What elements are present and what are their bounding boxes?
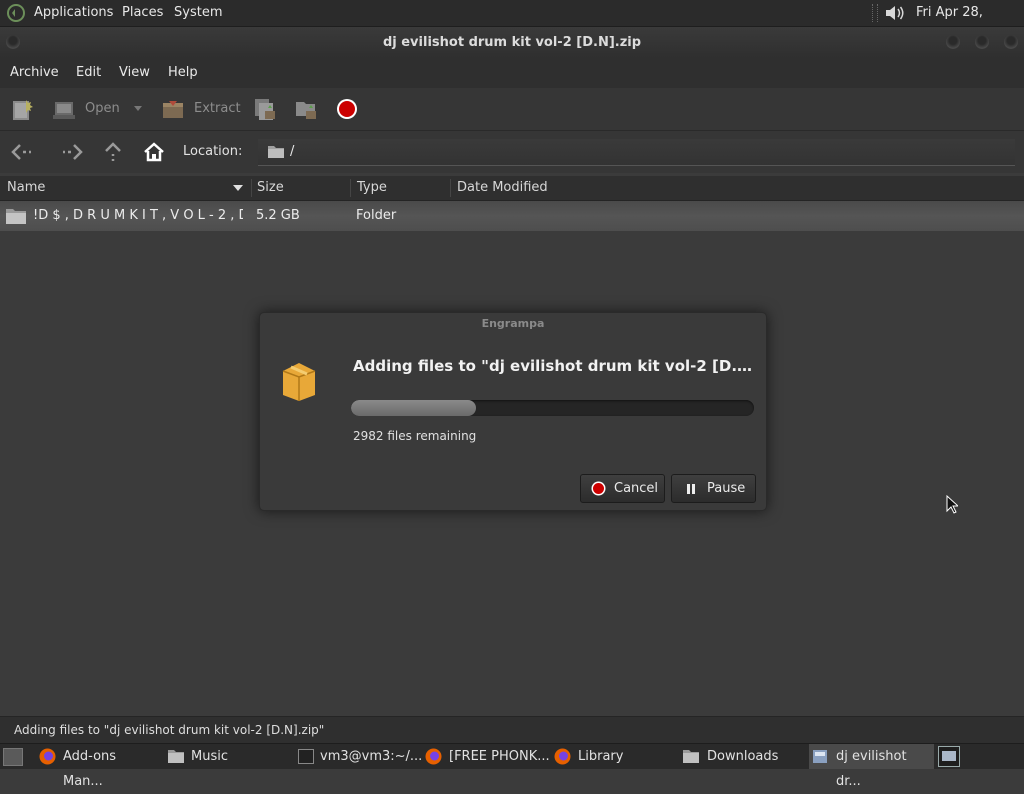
add-files-icon[interactable] [253, 97, 277, 121]
statusbar: Adding files to "dj evilishot drum kit v… [0, 716, 1024, 744]
file-size: 5.2 GB [256, 208, 300, 223]
terminal-icon [298, 749, 314, 764]
distro-logo-icon[interactable] [6, 3, 26, 23]
taskbar: Add-ons Man... Music vm3@vm3:~/... [FREE… [0, 743, 1024, 789]
taskbar-item-label: Music [191, 749, 228, 764]
window-title: dj evilishot drum kit vol-2 [D.N].zip [382, 35, 642, 50]
close-button[interactable] [1004, 35, 1018, 49]
files-remaining-text: 2982 files remaining [353, 429, 477, 443]
mouse-pointer-icon [946, 495, 958, 514]
window-titlebar[interactable]: dj evilishot drum kit vol-2 [D.N].zip [0, 27, 1024, 58]
status-text: Adding files to "dj evilishot drum kit v… [14, 723, 325, 737]
progress-bar-fill [351, 400, 476, 416]
dialog-title: Engrampa [481, 317, 545, 330]
taskbar-item-label: dj evilishot dr... [836, 749, 907, 789]
taskbar-item-phonk[interactable]: [FREE PHONK... [424, 744, 550, 769]
volume-icon[interactable] [884, 3, 906, 23]
dialog-heading: Adding files to "dj evilishot drum kit v… [353, 357, 759, 375]
open-icon [52, 99, 76, 121]
back-arrow-icon[interactable] [10, 143, 34, 161]
menu-view[interactable]: View [119, 58, 150, 88]
taskbar-item-terminal[interactable]: vm3@vm3:~/... [296, 744, 423, 769]
up-arrow-icon[interactable] [103, 141, 123, 163]
column-header-size[interactable]: Size [257, 176, 284, 200]
pause-label: Pause [707, 481, 746, 496]
extract-icon [161, 98, 185, 120]
pause-icon [686, 484, 696, 494]
toolbar: Open Extract [0, 88, 1024, 131]
cancel-label: Cancel [614, 481, 659, 496]
column-header-date[interactable]: Date Modified [457, 176, 548, 200]
folder-icon [6, 208, 26, 224]
places-menu[interactable]: Places [122, 0, 163, 26]
location-label: Location: [183, 144, 243, 159]
location-bar: Location: / [0, 131, 1024, 173]
column-separator[interactable] [450, 179, 451, 197]
package-icon [280, 359, 318, 401]
cancel-button[interactable]: Cancel [580, 474, 665, 503]
taskbar-item-engrampa[interactable]: dj evilishot dr... [809, 744, 934, 789]
new-archive-icon[interactable] [10, 98, 34, 122]
forward-arrow-icon[interactable] [60, 143, 84, 161]
column-header-name[interactable]: Name [7, 176, 45, 200]
show-desktop-icon[interactable] [3, 748, 23, 766]
folder-icon [683, 749, 699, 763]
system-menu[interactable]: System [174, 0, 222, 26]
archive-manager-icon [812, 748, 829, 765]
sort-down-icon[interactable] [233, 185, 243, 191]
menu-edit[interactable]: Edit [76, 58, 101, 88]
pause-button[interactable]: Pause [671, 474, 756, 503]
applications-menu[interactable]: Applications [34, 0, 113, 26]
taskbar-item-library[interactable]: Library [553, 744, 677, 769]
taskbar-item-music[interactable]: Music [166, 744, 286, 769]
firefox-icon [554, 748, 571, 765]
file-name: !D $ , D R U M K I T , V O L - 2 , D ... [33, 208, 243, 223]
workspace-thumbnail [942, 751, 956, 761]
open-label: Open [85, 101, 120, 116]
folder-icon [268, 145, 284, 158]
open-dropdown-arrow-icon[interactable] [134, 106, 142, 111]
taskbar-item-label: Add-ons Man... [63, 749, 117, 789]
file-type: Folder [356, 208, 397, 223]
extract-button[interactable]: Extract [160, 88, 241, 130]
stop-icon[interactable] [336, 98, 358, 120]
taskbar-item-label: vm3@vm3:~/... [320, 749, 423, 764]
extract-label: Extract [194, 101, 241, 116]
firefox-icon [425, 748, 442, 765]
taskbar-item-label: Library [578, 749, 624, 764]
top-panel: Applications Places System Fri Apr 28, 0… [0, 0, 1024, 46]
minimize-button[interactable] [946, 35, 960, 49]
firefox-icon [39, 748, 56, 765]
stop-icon [591, 481, 606, 496]
column-headers: Name Size Type Date Modified [0, 176, 1024, 201]
table-row[interactable]: !D $ , D R U M K I T , V O L - 2 , D ...… [0, 201, 1024, 231]
panel-handle [872, 4, 878, 22]
taskbar-item-label: Downloads [707, 749, 779, 764]
taskbar-item-label: [FREE PHONK... [449, 749, 550, 764]
workspace-switcher[interactable] [938, 746, 960, 767]
add-folder-icon[interactable] [294, 97, 318, 121]
folder-icon [168, 749, 184, 763]
column-separator[interactable] [350, 179, 351, 197]
menu-archive[interactable]: Archive [10, 58, 59, 88]
column-separator[interactable] [251, 179, 252, 197]
panel-clock[interactable]: Fri Apr 28, 03:01 [916, 0, 1024, 46]
menubar: Archive Edit View Help [0, 58, 1024, 88]
maximize-button[interactable] [975, 35, 989, 49]
taskbar-item-addons[interactable]: Add-ons Man... [36, 744, 160, 789]
menu-help[interactable]: Help [168, 58, 198, 88]
taskbar-item-downloads[interactable]: Downloads [682, 744, 806, 769]
progress-dialog: Engrampa Adding files to "dj evilishot d… [259, 312, 767, 511]
open-button[interactable]: Open [50, 88, 150, 130]
location-path: / [290, 144, 295, 159]
home-icon[interactable] [143, 141, 165, 163]
location-field[interactable]: / [258, 139, 1015, 166]
progress-bar [351, 400, 754, 416]
column-header-type[interactable]: Type [357, 176, 387, 200]
